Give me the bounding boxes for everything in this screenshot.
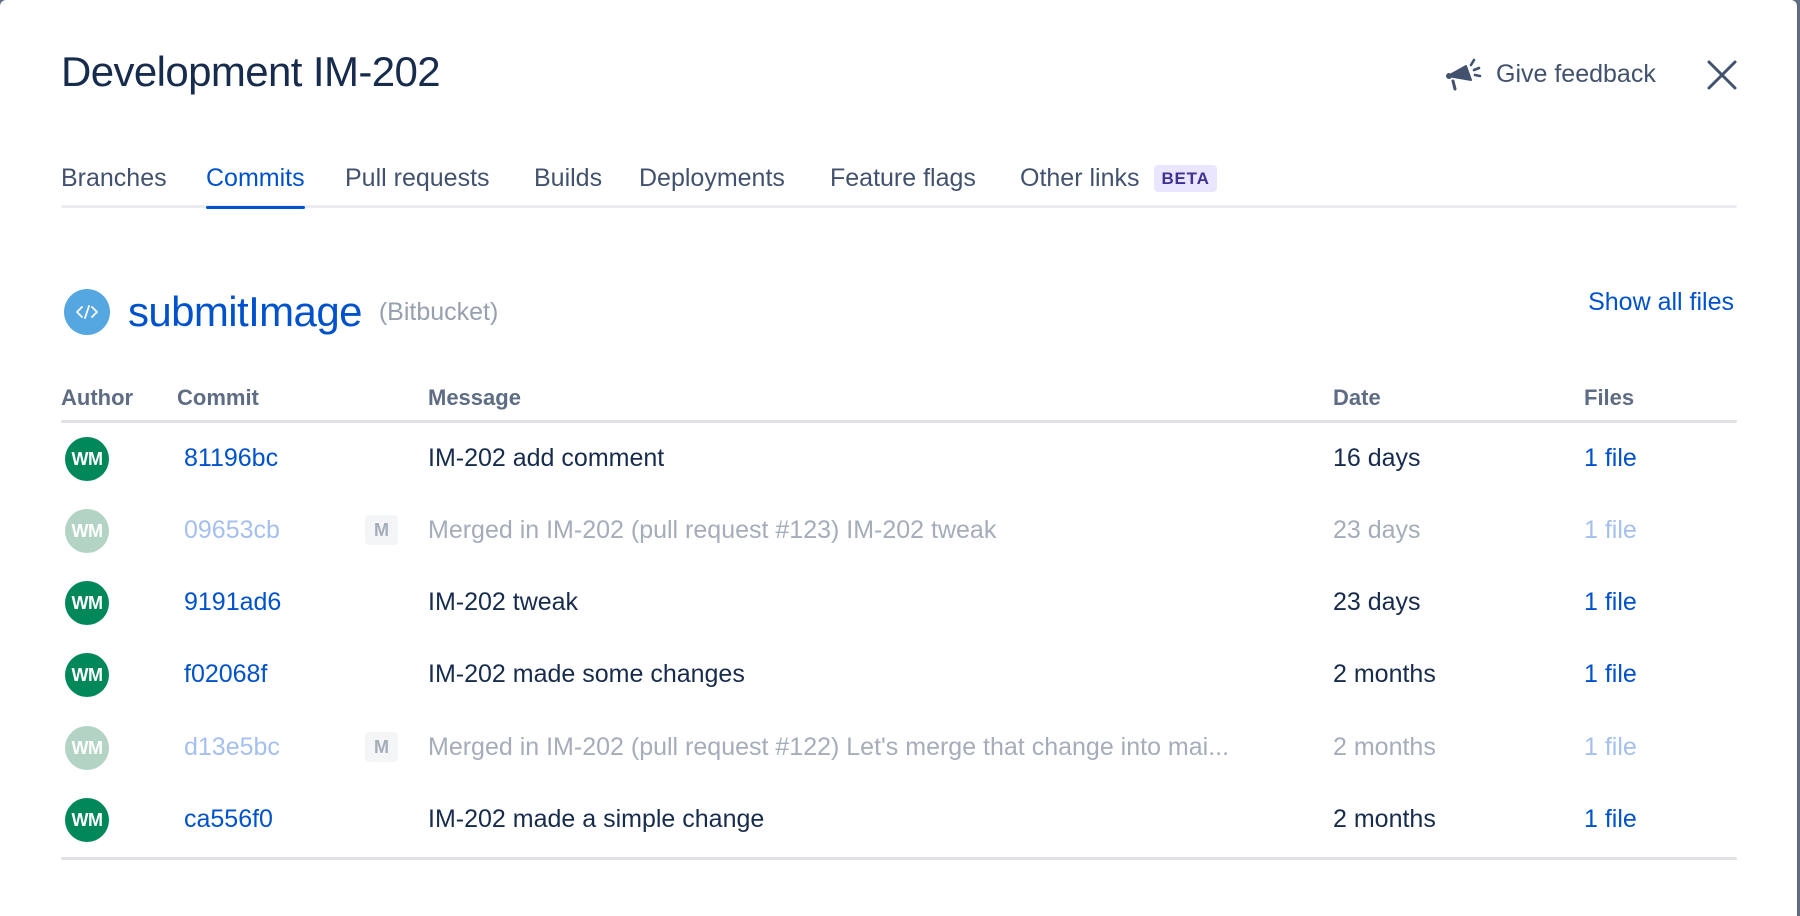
files-link[interactable]: 1 file	[1584, 444, 1637, 473]
repository-name-link[interactable]: submitImage	[128, 288, 362, 336]
commit-date: 16 days	[1333, 444, 1421, 472]
merge-commit-badge: M	[365, 732, 398, 762]
commit-hash-link[interactable]: 09653cb	[184, 516, 280, 545]
tab-label: Feature flags	[830, 164, 976, 192]
table-header-divider	[61, 420, 1737, 423]
files-link[interactable]: 1 file	[1584, 660, 1637, 689]
column-header-author: Author	[61, 385, 134, 410]
avatar[interactable]: WM	[65, 509, 109, 553]
commit-hash-link[interactable]: f02068f	[184, 660, 267, 689]
files-link[interactable]: 1 file	[1584, 805, 1637, 834]
tab-list-divider	[61, 205, 1737, 208]
tab-label: Pull requests	[345, 164, 490, 192]
table-row: WM 81196bc IM-202 add comment 16 days 1 …	[61, 424, 1737, 496]
commit-message: IM-202 made a simple change	[428, 805, 765, 833]
commit-date: 2 months	[1333, 733, 1436, 761]
commit-hash-link[interactable]: 81196bc	[184, 444, 278, 473]
avatar[interactable]: WM	[65, 653, 109, 697]
commit-message: Merged in IM-202 (pull request #123) IM-…	[428, 516, 997, 544]
active-tab-indicator	[206, 206, 305, 209]
table-row: WM d13e5bc M Merged in IM-202 (pull requ…	[61, 713, 1737, 785]
avatar[interactable]: WM	[65, 437, 109, 481]
tab-label: Other links	[1020, 164, 1140, 192]
commit-message: Merged in IM-202 (pull request #122) Let…	[428, 733, 1230, 761]
column-header-message: Message	[428, 385, 521, 410]
tab-list: Branches Commits Pull requests Builds De…	[61, 160, 1737, 209]
commit-message: IM-202 add comment	[428, 444, 665, 472]
tab-branches[interactable]: Branches	[61, 164, 167, 193]
tab-label: Builds	[534, 164, 603, 192]
megaphone-icon	[1446, 58, 1482, 91]
commit-hash-link[interactable]: 9191ad6	[184, 588, 281, 617]
avatar[interactable]: WM	[65, 798, 109, 842]
tab-label: Commits	[206, 164, 305, 192]
column-header-files: Files	[1584, 385, 1635, 410]
files-link[interactable]: 1 file	[1584, 516, 1637, 545]
commit-message: IM-202 tweak	[428, 588, 579, 616]
table-row: WM f02068f IM-202 made some changes 2 mo…	[61, 640, 1737, 712]
files-link[interactable]: 1 file	[1584, 588, 1637, 617]
tab-label: Branches	[61, 164, 167, 192]
table-row: WM 09653cb M Merged in IM-202 (pull requ…	[61, 496, 1737, 568]
repository-source: (Bitbucket)	[378, 297, 499, 326]
tab-pull-requests[interactable]: Pull requests	[345, 164, 490, 193]
close-icon	[1707, 60, 1737, 90]
avatar[interactable]: WM	[65, 581, 109, 625]
files-link[interactable]: 1 file	[1584, 733, 1637, 762]
development-dialog: Development IM-202 Give feedback Branche…	[0, 0, 1797, 916]
code-icon	[64, 289, 110, 335]
commit-date: 23 days	[1333, 516, 1421, 544]
table-row: WM ca556f0 IM-202 made a simple change 2…	[61, 785, 1737, 857]
column-header-commit: Commit	[177, 385, 259, 410]
tab-deployments[interactable]: Deployments	[639, 164, 785, 193]
table-row: WM 9191ad6 IM-202 tweak 23 days 1 file	[61, 568, 1737, 640]
beta-badge: BETA	[1154, 165, 1217, 192]
column-header-date: Date	[1333, 385, 1381, 410]
commit-hash-link[interactable]: d13e5bc	[184, 733, 280, 762]
give-feedback-button[interactable]: Give feedback	[1444, 56, 1656, 92]
commit-date: 2 months	[1333, 660, 1436, 688]
commit-message: IM-202 made some changes	[428, 660, 745, 688]
dialog-title: Development IM-202	[61, 48, 441, 95]
commit-hash-link[interactable]: ca556f0	[184, 805, 273, 834]
tab-label: Deployments	[639, 164, 785, 192]
tab-commits[interactable]: Commits	[206, 164, 305, 209]
show-all-files-link[interactable]: Show all files	[1588, 288, 1734, 317]
close-button[interactable]	[1705, 58, 1739, 92]
give-feedback-label: Give feedback	[1496, 59, 1656, 88]
tab-other-links[interactable]: Other links BETA	[1020, 164, 1217, 193]
repository-header: submitImage (Bitbucket)	[64, 286, 498, 338]
commits-table-header: Author Commit Message Date Files	[61, 383, 1737, 421]
tab-builds[interactable]: Builds	[534, 164, 602, 193]
commit-date: 2 months	[1333, 805, 1436, 833]
avatar[interactable]: WM	[65, 726, 109, 770]
table-bottom-divider	[61, 857, 1737, 860]
merge-commit-badge: M	[365, 515, 398, 545]
tab-feature-flags[interactable]: Feature flags	[830, 164, 976, 193]
commit-date: 23 days	[1333, 588, 1421, 616]
